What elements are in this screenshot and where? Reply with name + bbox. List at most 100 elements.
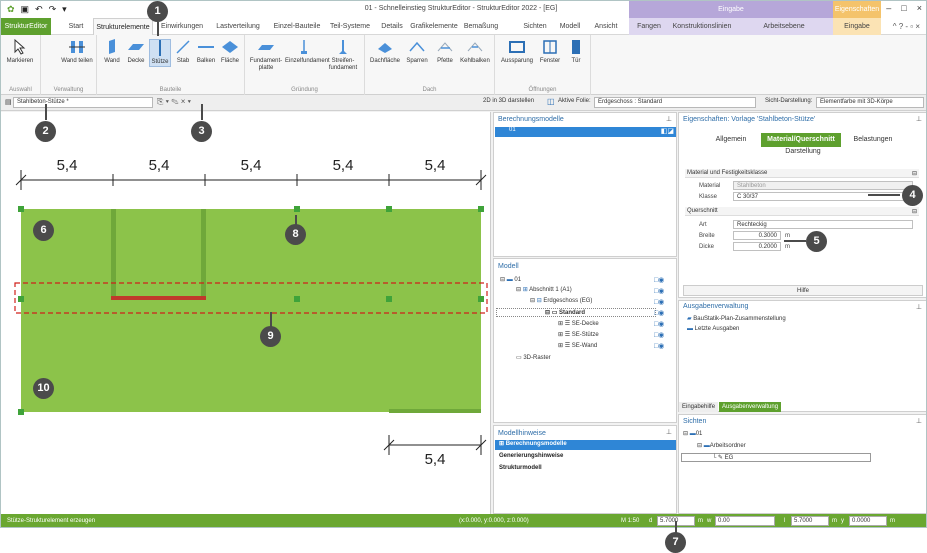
tab-einzel-bauteile[interactable]: Einzel-Bauteile: [269, 18, 325, 35]
collapse-icon[interactable]: ⊟: [912, 170, 917, 177]
template-select[interactable]: Stahlbeton-Stütze *: [13, 97, 153, 108]
ausgabe-item-plan[interactable]: ▰ BauStatik-Plan-Zusammenstellung: [687, 315, 786, 322]
column-marker[interactable]: [18, 296, 24, 302]
wand-teilen-button[interactable]: Wand teilen: [61, 39, 93, 65]
flaeche-button[interactable]: Fläche: [219, 39, 241, 65]
markieren-button[interactable]: Markieren: [5, 39, 35, 65]
tree-item-01[interactable]: ⊟ ▬ 01: [500, 276, 521, 283]
tree-item-se-decke[interactable]: ⊞ ☰ SE-Decke: [558, 320, 599, 327]
aussparung-button[interactable]: Aussparung: [499, 39, 535, 65]
column-marker[interactable]: [294, 206, 300, 212]
visibility-toggles[interactable]: □◉ □◉ □◉ □◉ □◉ □◉ □◉: [654, 275, 664, 352]
active-layer-select[interactable]: Erdgeschoss : Standard: [594, 97, 756, 108]
art-select[interactable]: Rechteckig: [733, 220, 913, 229]
tuer-button[interactable]: Tür: [565, 39, 587, 65]
fundamentplatte-button[interactable]: Fundament-platte: [249, 39, 283, 72]
tab-einwirkungen[interactable]: Einwirkungen: [157, 18, 207, 35]
redo-icon[interactable]: ↷: [49, 4, 57, 15]
template-tools-icon[interactable]: ⎘ ▾ ✎ × ▾: [157, 97, 191, 107]
sparren-button[interactable]: Sparren: [403, 39, 431, 65]
dachflaeche-button[interactable]: Dachfläche: [369, 39, 401, 65]
tab-belastungen[interactable]: Belastungen: [847, 133, 899, 147]
tab-modell[interactable]: Modell: [556, 18, 584, 35]
tab-grafikelemente[interactable]: Grafikelemente: [409, 18, 459, 35]
tab-fangen[interactable]: Fangen: [629, 18, 669, 35]
pin-icon[interactable]: ⊥: [666, 428, 672, 436]
tree-item-se-stuetze[interactable]: ⊞ ☰ SE-Stütze: [558, 331, 599, 338]
berechnungsmodell-row[interactable]: 01 ◧◪: [495, 127, 676, 137]
tree-item-erdgeschoss[interactable]: ⊟ ⊟ Erdgeschoss (EG): [530, 297, 592, 304]
save-icon[interactable]: ▣: [21, 4, 30, 15]
hint-generierungshinweise[interactable]: Generierungshinweise: [499, 453, 563, 459]
tab-bemassung[interactable]: Bemaßung: [463, 18, 499, 35]
tab-start[interactable]: Start: [61, 18, 91, 35]
maximize-button[interactable]: □: [901, 3, 906, 13]
breite-field[interactable]: 0.3000: [733, 231, 781, 240]
wall-left[interactable]: [111, 209, 116, 299]
column-marker[interactable]: [478, 296, 484, 302]
streifenfundament-button[interactable]: Streifen-fundament: [325, 39, 361, 72]
tab-darstellung[interactable]: Darstellung: [775, 145, 831, 159]
w-input[interactable]: 0.00: [715, 516, 775, 526]
stab-button[interactable]: Stab: [173, 39, 193, 65]
undo-icon[interactable]: ↶: [35, 4, 43, 15]
display-select[interactable]: Elementfarbe mit 3D-Körpe: [816, 97, 924, 108]
pin-icon[interactable]: ⊥: [916, 115, 922, 123]
sichten-item-arbeitsordner[interactable]: ⊟ ▬Arbeitsordner: [697, 442, 746, 449]
tab-strukturelemente[interactable]: Strukturelemente: [93, 18, 153, 35]
hint-berechnungsmodelle[interactable]: ⊞ Berechnungsmodelle: [495, 440, 676, 450]
tree-item-3d-raster[interactable]: ▭ 3D-Raster: [516, 354, 551, 361]
tab-eingabehilfe[interactable]: Eingabehilfe: [679, 402, 719, 412]
floor-slab[interactable]: [21, 209, 481, 412]
pfette-button[interactable]: Pfette: [433, 39, 457, 65]
tab-allgemein[interactable]: Allgemein: [707, 133, 755, 147]
pin-icon[interactable]: ⊥: [916, 417, 922, 425]
tab-struktureditor[interactable]: StrukturEditor: [1, 18, 51, 35]
close-button[interactable]: ×: [917, 3, 922, 13]
balken-button[interactable]: Balken: [195, 39, 217, 65]
column-marker[interactable]: [18, 409, 24, 415]
stuetze-button[interactable]: Stütze: [149, 39, 171, 67]
column-marker[interactable]: [386, 206, 392, 212]
column-marker[interactable]: [294, 296, 300, 302]
hint-strukturmodell[interactable]: Strukturmodell: [499, 465, 542, 471]
pin-icon[interactable]: ⊥: [666, 115, 672, 123]
tab-eingabe[interactable]: Eingabe: [833, 18, 881, 35]
tab-teil-systeme[interactable]: Teil-Systeme: [327, 18, 373, 35]
fenster-button[interactable]: Fenster: [537, 39, 563, 65]
tab-ansicht[interactable]: Ansicht: [591, 18, 621, 35]
sichten-item-01[interactable]: ⊟ ▬01: [683, 430, 702, 437]
tree-item-abschnitt[interactable]: ⊟ ⊞ Abschnitt 1 (A1): [516, 286, 572, 293]
wall-selected[interactable]: [111, 296, 206, 300]
tree-item-se-wand[interactable]: ⊞ ☰ SE-Wand: [558, 342, 597, 349]
tab-sichten[interactable]: Sichten: [521, 18, 549, 35]
wall-bottom[interactable]: [389, 409, 481, 413]
minimize-button[interactable]: –: [886, 3, 891, 13]
status-scale[interactable]: M 1:50: [621, 518, 639, 524]
einzelfundament-button[interactable]: Einzelfundament: [285, 39, 330, 65]
view-2d3d-toggle[interactable]: 2D in 3D darstellen: [483, 98, 534, 104]
customize-qat-icon[interactable]: ▾: [62, 4, 67, 15]
tab-lastverteilung[interactable]: Lastverteilung: [211, 18, 265, 35]
l-input[interactable]: 5.7000: [791, 516, 829, 526]
dicke-field[interactable]: 0.2000: [733, 242, 781, 251]
help-icon[interactable]: ^ ? - ▫ ×: [893, 22, 920, 31]
ausgabe-item-letzte[interactable]: ▬ Letzte Ausgaben: [687, 326, 739, 332]
kehlbalken-button[interactable]: Kehlbalken: [459, 39, 491, 65]
decke-button[interactable]: Decke: [125, 39, 147, 65]
tab-arbeitsebene[interactable]: Arbeitsebene: [735, 18, 833, 35]
wand-button[interactable]: Wand: [101, 39, 123, 65]
wall-right[interactable]: [201, 209, 206, 299]
pin-icon[interactable]: ⊥: [916, 303, 922, 311]
tab-details[interactable]: Details: [379, 18, 405, 35]
column-marker[interactable]: [386, 296, 392, 302]
sichten-item-eg[interactable]: └ ✎ EG: [681, 453, 871, 462]
tree-item-standard[interactable]: ⊟ ▭ Standard: [496, 308, 656, 317]
collapse-icon[interactable]: ⊟: [912, 208, 917, 215]
drawing-canvas[interactable]: 5,4 5,4 5,4 5,4 5,4 5,4: [1, 112, 491, 514]
tab-konstruktionslinien[interactable]: Konstruktionslinien: [669, 18, 735, 35]
y-input[interactable]: 0.0000: [849, 516, 887, 526]
column-marker[interactable]: [18, 206, 24, 212]
help-button[interactable]: Hilfe: [683, 285, 923, 296]
column-marker[interactable]: [478, 206, 484, 212]
